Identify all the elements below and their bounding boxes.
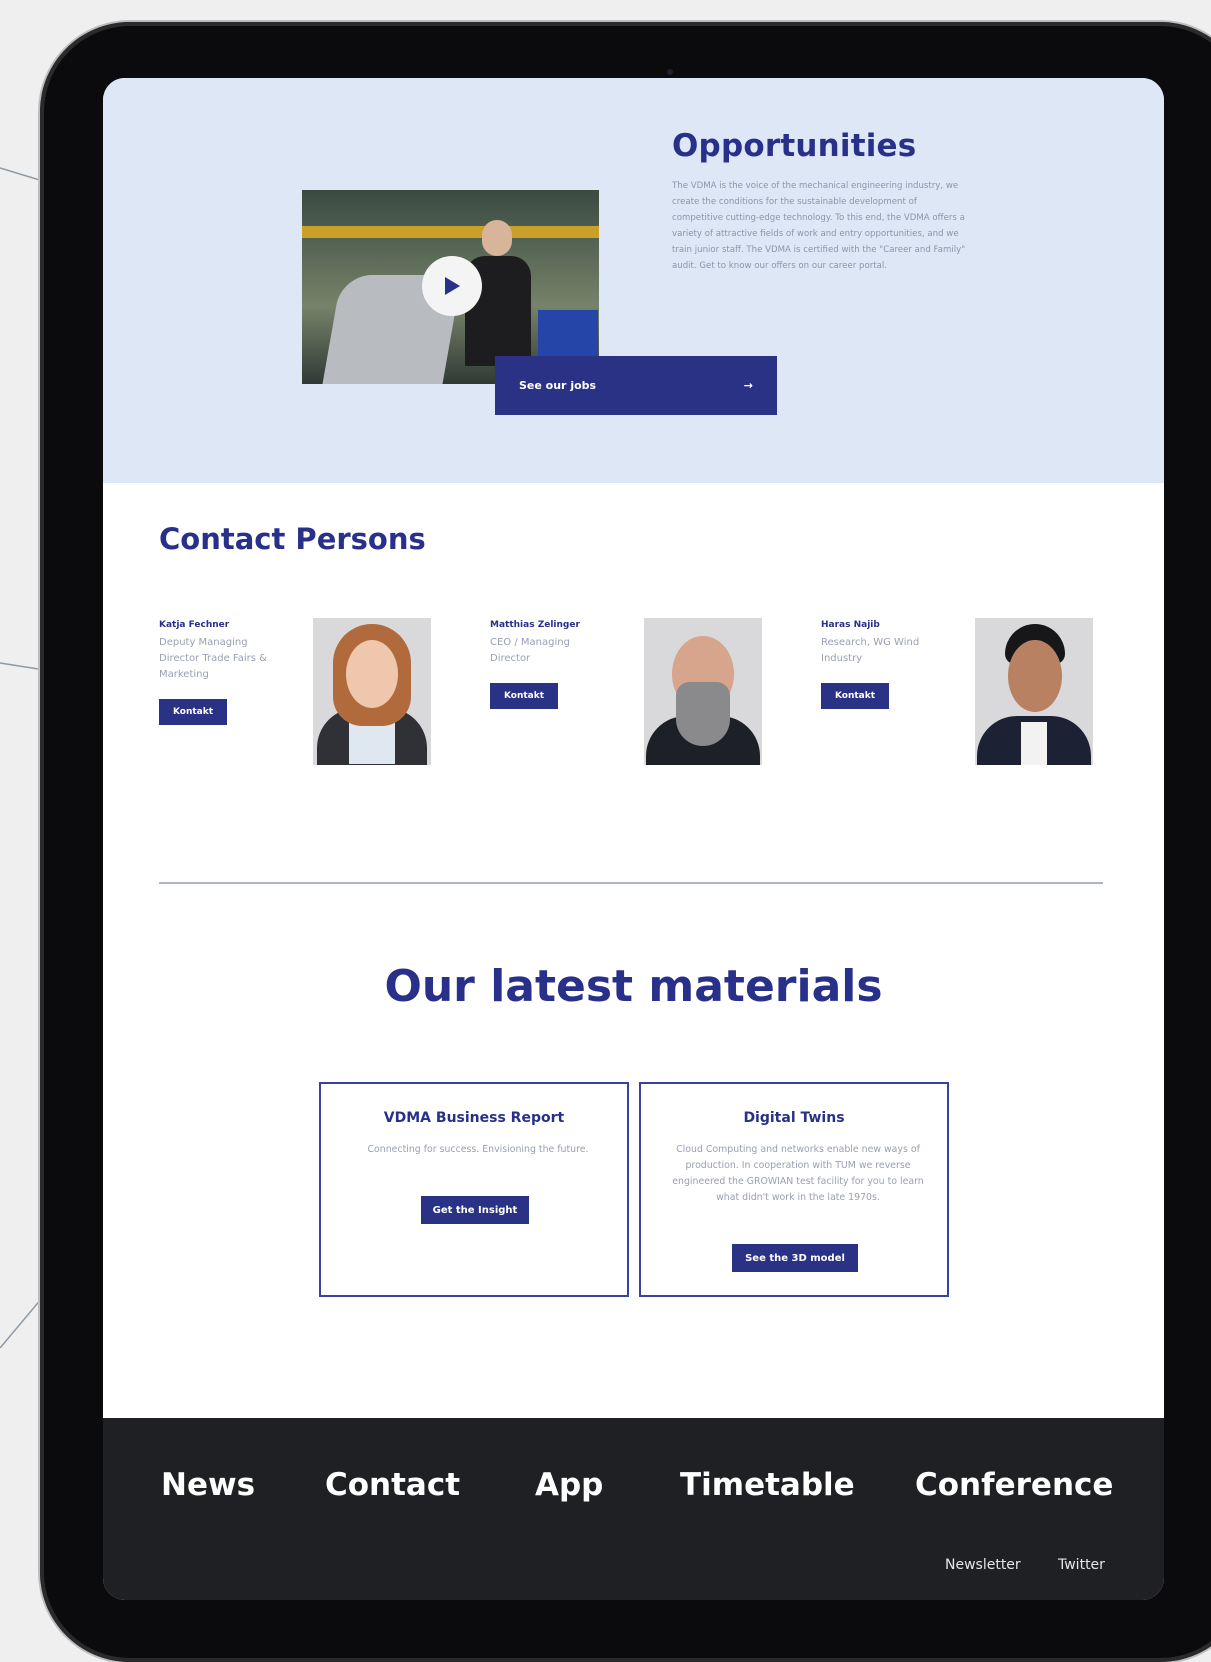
material-card-digital-twins: Digital Twins Cloud Computing and networ…: [639, 1082, 949, 1297]
footer-nav-contact[interactable]: Contact: [325, 1467, 460, 1503]
contact-photo-najib: [975, 618, 1093, 765]
opportunities-title: Opportunities: [672, 128, 917, 164]
footer-nav-timetable[interactable]: Timetable: [680, 1467, 855, 1503]
kontakt-button[interactable]: Kontakt: [159, 699, 227, 725]
footer-nav-conference[interactable]: Conference: [915, 1467, 1113, 1503]
see-jobs-label: See our jobs: [519, 379, 597, 392]
see-jobs-button[interactable]: See our jobs →: [495, 356, 777, 415]
footer-nav-app[interactable]: App: [535, 1467, 603, 1503]
material-card-business-report: VDMA Business Report Connecting for succ…: [319, 1082, 629, 1297]
contact-photo-fechner: [313, 618, 431, 765]
see-3d-model-button[interactable]: See the 3D model: [732, 1244, 858, 1272]
material-card-title: VDMA Business Report: [383, 1110, 565, 1126]
footer-link-twitter[interactable]: Twitter: [1058, 1557, 1105, 1573]
contact-card-fechner: Katja Fechner Deputy Managing Director T…: [159, 618, 479, 768]
crane-beam: [302, 226, 599, 238]
contact-name: Matthias Zelinger: [490, 620, 580, 630]
opportunities-description: The VDMA is the voice of the mechanical …: [672, 181, 966, 271]
get-insight-button[interactable]: Get the Insight: [421, 1196, 529, 1224]
kontakt-button[interactable]: Kontakt: [821, 683, 889, 709]
footer-nav-news[interactable]: News: [161, 1467, 255, 1503]
contact-role: Deputy Managing Director Trade Fairs & M…: [159, 637, 267, 680]
play-button[interactable]: [422, 256, 482, 316]
material-card-description: Connecting for success. Envisioning the …: [367, 1144, 589, 1155]
contact-name: Haras Najib: [821, 620, 880, 630]
contact-role: Research, WG Wind Industry: [821, 637, 920, 664]
front-camera: [667, 69, 673, 75]
contacts-title: Contact Persons: [159, 522, 426, 556]
contact-name: Katja Fechner: [159, 620, 230, 630]
play-icon: [445, 277, 460, 295]
webpage-screen: See our jobs → Opportunities The VDMA is…: [103, 78, 1164, 1600]
section-divider: [159, 882, 1103, 884]
footer-link-newsletter[interactable]: Newsletter: [945, 1557, 1021, 1573]
contact-card-zelinger: Matthias Zelinger CEO / Managing Directo…: [490, 618, 810, 768]
material-card-title: Digital Twins: [743, 1110, 845, 1126]
kontakt-button[interactable]: Kontakt: [490, 683, 558, 709]
material-card-description: Cloud Computing and networks enable new …: [672, 1144, 924, 1203]
contact-role: CEO / Managing Director: [490, 637, 570, 664]
career-video-thumbnail[interactable]: [302, 190, 599, 384]
contact-photo-zelinger: [644, 618, 762, 765]
contact-card-najib: Haras Najib Research, WG Wind Industry K…: [821, 618, 1141, 768]
worker-head: [482, 220, 512, 256]
site-footer: News Contact App Timetable Conference Ne…: [103, 1418, 1164, 1600]
opportunities-section: See our jobs → Opportunities The VDMA is…: [103, 78, 1164, 483]
materials-title: Our latest materials: [384, 961, 883, 1012]
arrow-right-icon: →: [743, 379, 753, 392]
